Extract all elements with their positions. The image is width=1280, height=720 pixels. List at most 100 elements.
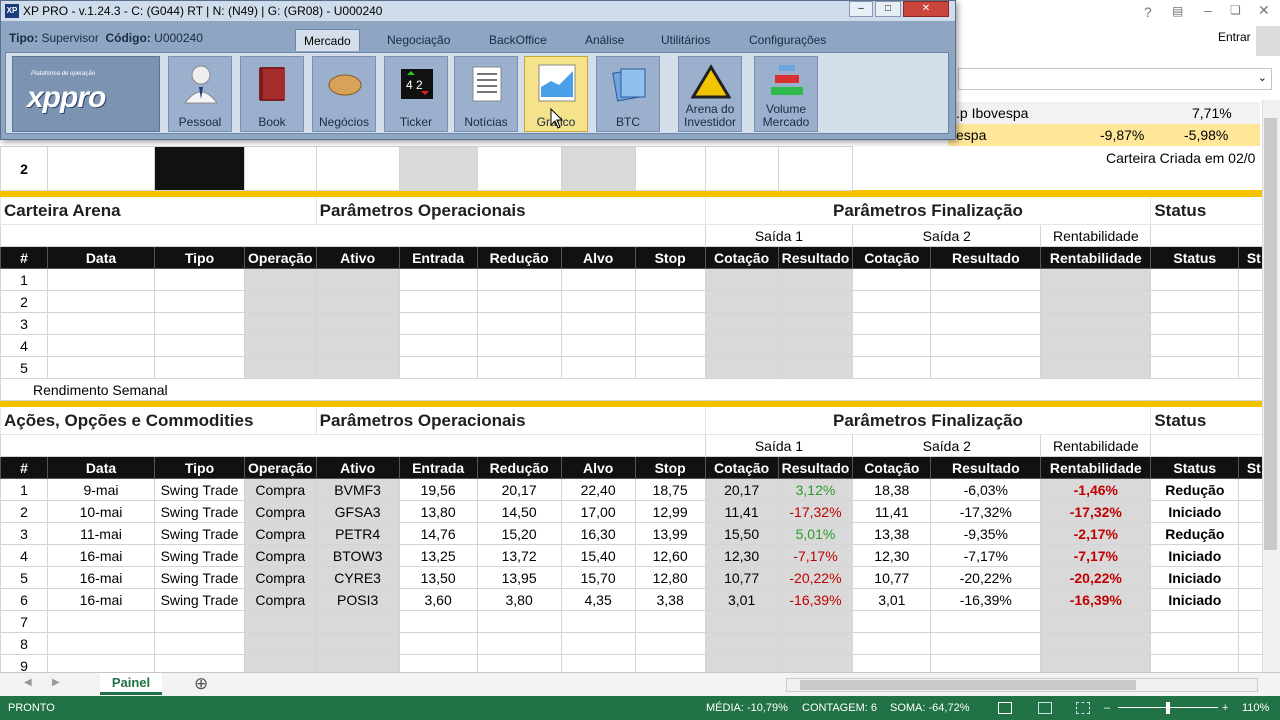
cell-data[interactable]: 9-mai [47,478,155,501]
cell[interactable] [476,632,562,655]
cell[interactable] [777,146,854,191]
cell-status[interactable]: Iniciado [1150,566,1240,589]
cell-status[interactable]: Redução [1150,478,1240,501]
ribbon-button-btc[interactable]: BTC [596,56,660,132]
ribbon-button-ticker[interactable]: 4 2 Ticker [384,56,448,132]
cell-op[interactable]: Compra [244,478,317,501]
cell-res2[interactable]: -6,03% [930,478,1042,501]
cell[interactable] [704,268,779,291]
cell[interactable] [154,632,245,655]
cell-op[interactable]: Compra [244,544,317,567]
cell-cot2[interactable]: 10,77 [852,566,932,589]
cell[interactable] [1150,632,1240,655]
cell[interactable] [244,290,317,313]
cell[interactable] [1040,610,1152,633]
account-avatar[interactable] [1256,26,1280,56]
window-titlebar[interactable]: XP XP PRO - v.1.24.3 - C: (G044) RT | N:… [1,1,955,21]
cell[interactable] [398,268,478,291]
cell[interactable] [560,632,636,655]
signin-link[interactable]: Entrar [1218,30,1251,44]
cell[interactable] [244,312,317,335]
cell[interactable] [852,356,932,379]
cell[interactable] [852,312,932,335]
column-header[interactable]: Status [1150,246,1240,269]
column-header[interactable]: Cotação [704,456,779,479]
cell[interactable] [560,312,636,335]
cell[interactable] [398,334,478,357]
cell[interactable] [398,632,478,655]
column-header[interactable]: Cotação [704,246,779,269]
column-header[interactable]: Resultado [930,456,1042,479]
cell-cot2[interactable]: 12,30 [852,544,932,567]
cell[interactable] [476,146,562,191]
zoom-level[interactable]: 110% [1242,696,1269,720]
cell-ativo[interactable]: PETR4 [315,522,400,545]
cell[interactable] [47,356,155,379]
cell[interactable]: 7 [0,610,48,633]
cell-reducao[interactable]: 13,72 [476,544,562,567]
cell[interactable]: 2 [0,290,48,313]
cell[interactable] [47,632,155,655]
column-header[interactable]: Data [47,456,155,479]
cell[interactable] [1040,356,1152,379]
cell[interactable] [47,146,155,191]
column-header[interactable]: Entrada [398,456,478,479]
cell[interactable] [560,356,636,379]
cell[interactable] [930,290,1042,313]
cell[interactable] [704,356,779,379]
cell-rent[interactable]: -1,46% [1040,478,1152,501]
tab-utilitarios[interactable]: Utilitários [653,29,718,51]
cell-cot2[interactable]: 11,41 [852,500,932,523]
column-header[interactable]: # [0,456,48,479]
cell-data[interactable]: 16-mai [47,544,155,567]
column-header[interactable]: Redução [476,246,562,269]
cell[interactable] [315,632,400,655]
cell-alvo[interactable]: 4,35 [560,588,636,611]
cell[interactable] [398,146,478,191]
ribbon-button-pessoal[interactable]: Pessoal [168,56,232,132]
cell-res1[interactable]: -7,17% [777,544,854,567]
cell-stop[interactable]: 18,75 [634,478,706,501]
cell[interactable] [852,290,932,313]
column-header[interactable]: Status [1150,456,1240,479]
cell-stop[interactable]: 12,60 [634,544,706,567]
cell[interactable] [777,268,854,291]
ribbon-display-icon[interactable]: ▤ [1172,4,1183,18]
cell-stop[interactable]: 12,99 [634,500,706,523]
column-header[interactable]: Resultado [777,246,854,269]
cell-alvo[interactable]: 16,30 [560,522,636,545]
cell-stop[interactable]: 3,38 [634,588,706,611]
cell-rent[interactable]: -7,17% [1040,544,1152,567]
cell-res1[interactable]: 5,01% [777,522,854,545]
cell[interactable] [777,312,854,335]
cell-cot2[interactable]: 18,38 [852,478,932,501]
cell[interactable] [476,610,562,633]
cell[interactable] [930,356,1042,379]
cell-reducao[interactable]: 3,80 [476,588,562,611]
cell[interactable] [634,334,706,357]
tab-configuracoes[interactable]: Configurações [741,29,834,51]
cell[interactable] [704,632,779,655]
cell[interactable] [704,312,779,335]
row-number[interactable]: 2 [0,146,48,191]
cell-rent[interactable]: -16,39% [1040,588,1152,611]
cell-entrada[interactable]: 14,76 [398,522,478,545]
cell[interactable] [244,632,317,655]
cell-op[interactable]: Compra [244,566,317,589]
cell[interactable] [244,268,317,291]
cell[interactable] [560,146,636,191]
cell[interactable] [1150,312,1240,335]
cell[interactable] [315,334,400,357]
column-header[interactable]: Cotação [852,456,932,479]
cell-res1[interactable]: -16,39% [777,588,854,611]
cell[interactable] [154,268,245,291]
cell[interactable] [634,356,706,379]
column-header[interactable]: Resultado [930,246,1042,269]
cell[interactable] [930,610,1042,633]
cell[interactable] [634,290,706,313]
cell-n[interactable]: 1 [0,478,48,501]
cell[interactable] [704,334,779,357]
cell[interactable] [1150,290,1240,313]
cell[interactable] [154,334,245,357]
formula-bar[interactable]: ⌄ [958,68,1272,90]
